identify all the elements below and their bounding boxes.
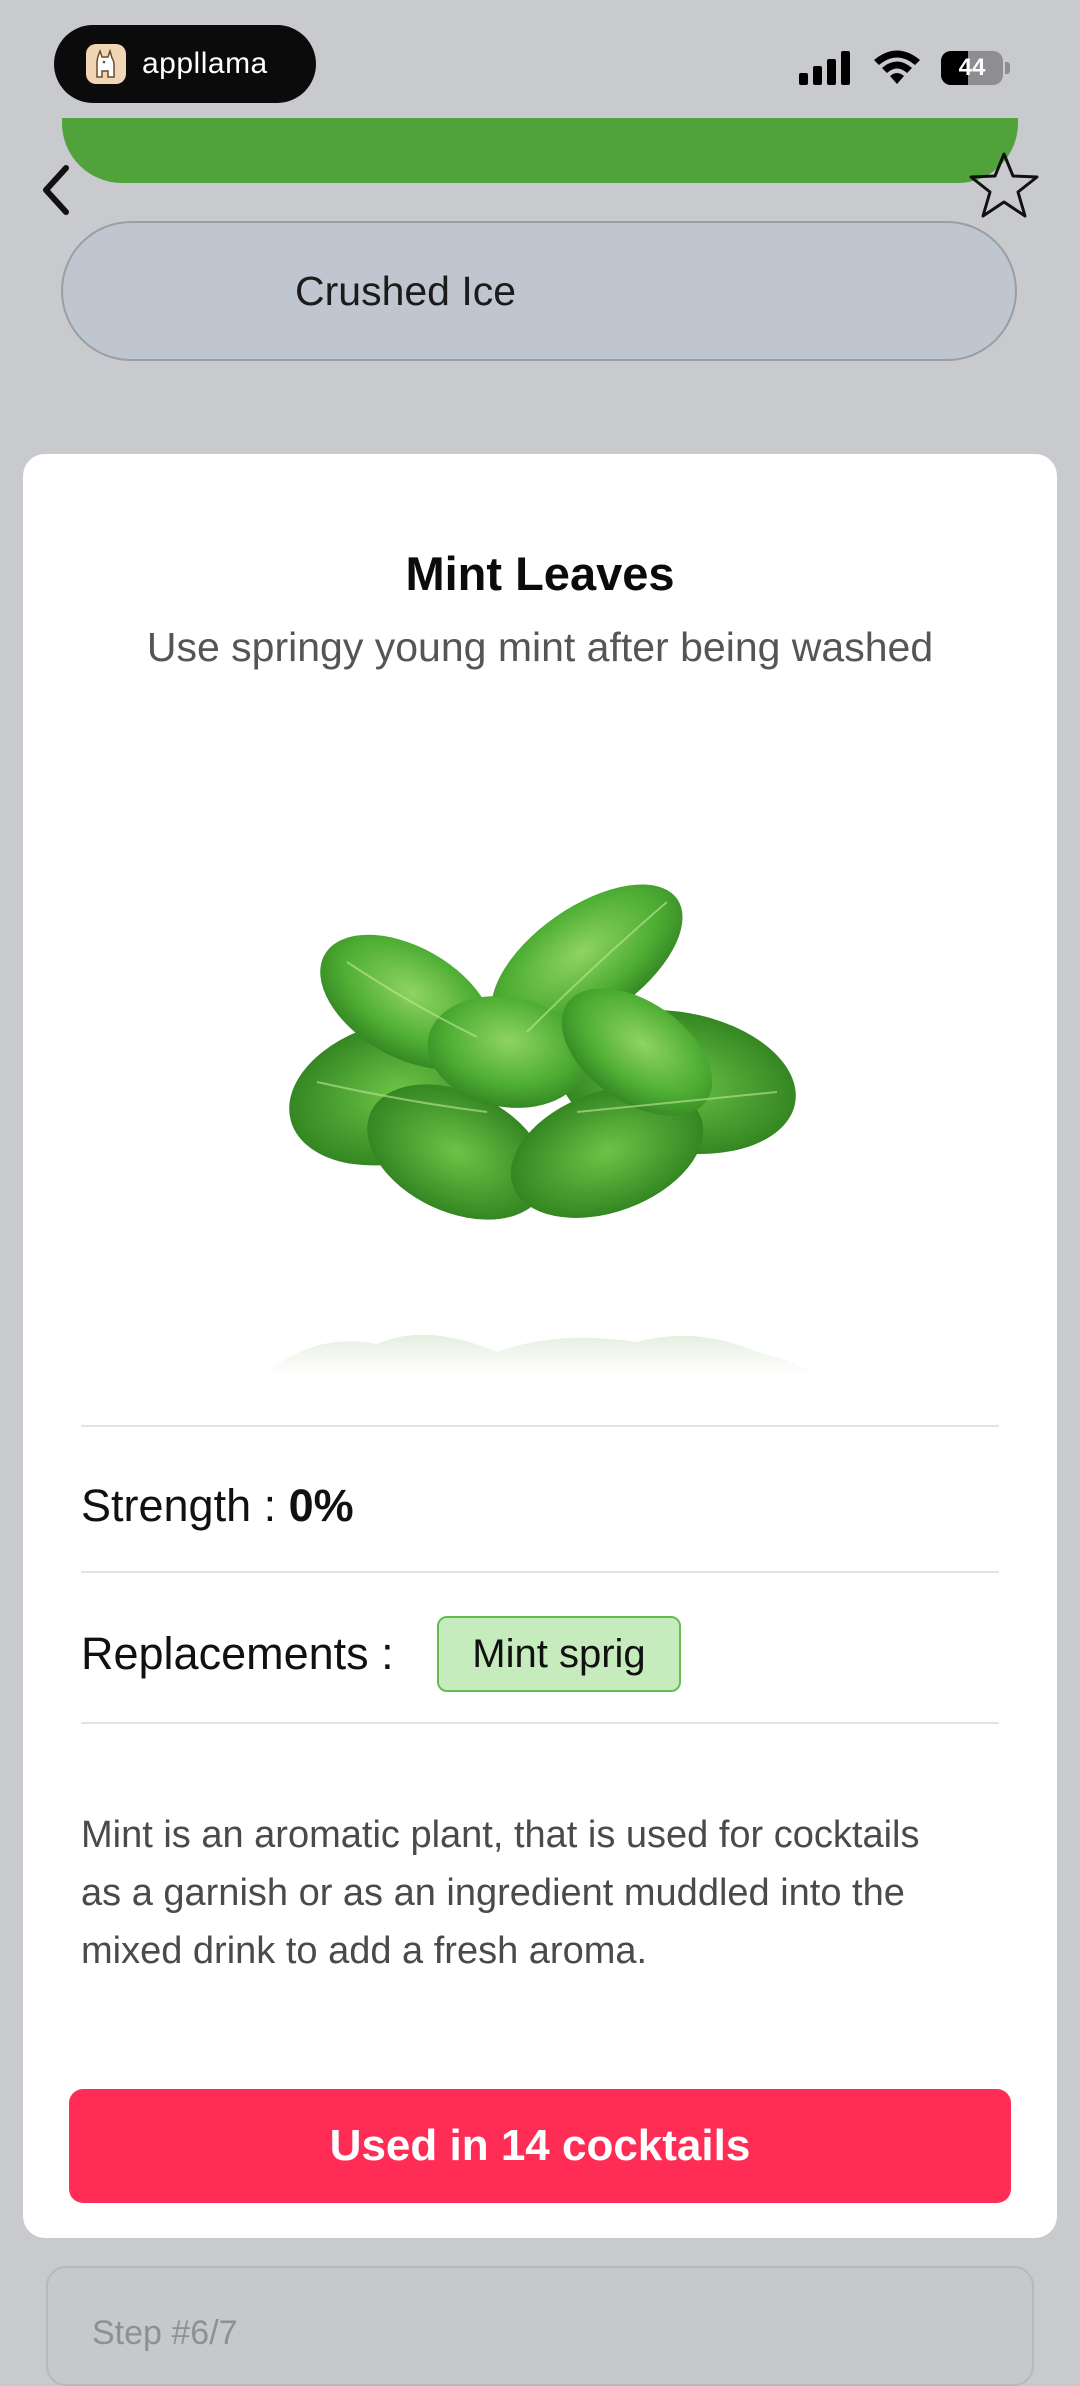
strength-value: 0% (288, 1480, 354, 1531)
status-icons: 44 (799, 50, 1010, 86)
battery-icon: 44 (941, 51, 1003, 85)
divider (81, 1425, 999, 1427)
brand-name: appllama (142, 47, 268, 80)
ingredient-label: Crushed Ice (295, 267, 517, 314)
modal-subtitle: Use springy young mint after being washe… (146, 624, 934, 670)
strength-label: Strength : (81, 1480, 277, 1531)
ingredient-detail-modal: Mint Leaves Use springy young mint after… (23, 454, 1057, 2238)
cellular-signal-icon (799, 51, 850, 85)
favorite-star-icon[interactable] (968, 150, 1040, 222)
used-in-cocktails-button[interactable]: Used in 14 cocktails (69, 2089, 1011, 2203)
replacement-chip-mint-sprig[interactable]: Mint sprig (437, 1616, 681, 1692)
mint-leaves-image (267, 884, 817, 1374)
step-card: Step #6/7 (46, 2266, 1034, 2386)
ingredient-item-mint-leaves-selected[interactable] (62, 118, 1018, 183)
ingredient-item-crushed-ice[interactable]: Crushed Ice (61, 221, 1017, 361)
wifi-icon (874, 50, 920, 84)
modal-title: Mint Leaves (405, 547, 675, 600)
strength-row: Strength : 0% (81, 1480, 354, 1532)
battery-level: 44 (958, 54, 986, 81)
replacements-label: Replacements : (81, 1628, 394, 1679)
battery-tip (1005, 62, 1010, 74)
divider (81, 1571, 999, 1573)
divider (81, 1722, 999, 1724)
ingredient-description: Mint is an aromatic plant, that is used … (81, 1814, 920, 1972)
llama-logo-icon (86, 44, 126, 84)
brand-badge[interactable]: appllama (54, 25, 316, 103)
back-arrow-icon[interactable] (36, 162, 76, 218)
step-label: Step #6/7 (92, 2314, 238, 2352)
